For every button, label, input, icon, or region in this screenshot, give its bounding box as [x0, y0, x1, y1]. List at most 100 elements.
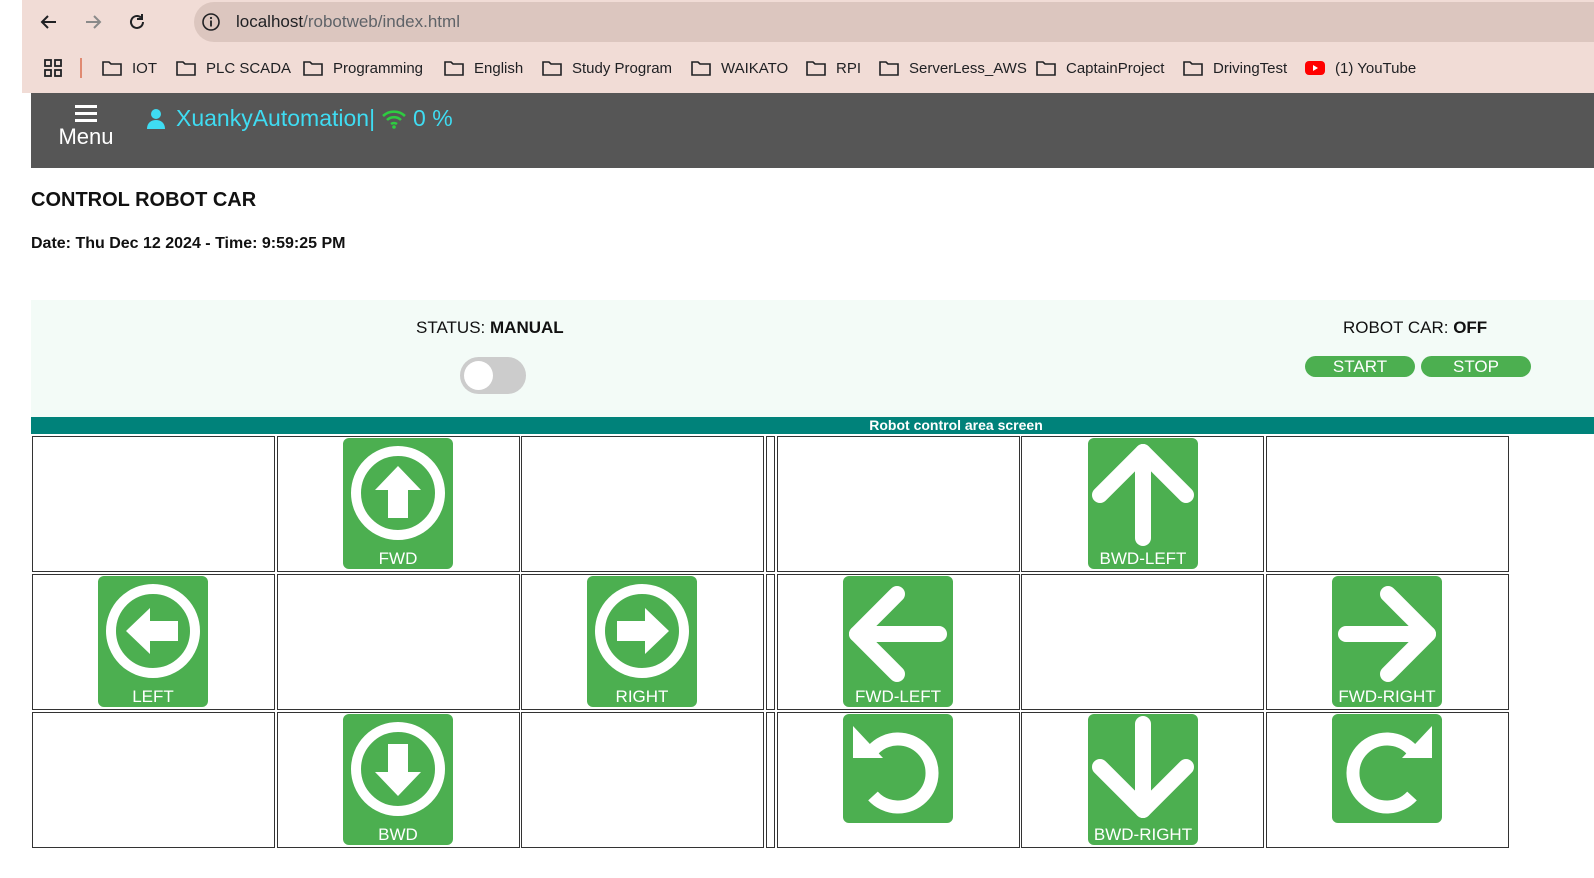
folder-icon — [176, 61, 196, 76]
car-label: ROBOT CAR: — [1343, 318, 1454, 337]
folder-icon — [444, 61, 464, 76]
fwd-right-label: FWD-RIGHT — [1338, 687, 1436, 706]
bookmark-label: IOT — [132, 59, 157, 77]
grid-cell — [277, 574, 520, 710]
bookmark-label: Study Program — [572, 59, 673, 77]
bookmarks-divider — [80, 58, 82, 78]
user-info: XuankyAutomation| 0 % — [146, 105, 453, 132]
arrow-right-icon — [1338, 586, 1436, 682]
status-value: MANUAL — [490, 318, 564, 337]
folder-icon — [1036, 61, 1056, 76]
bwd-left-label: BWD-LEFT — [1099, 549, 1187, 568]
menu-label: Menu — [58, 124, 114, 149]
grid-cell — [32, 436, 275, 572]
bookmark-label: WAIKATO — [721, 59, 789, 77]
bwd-button[interactable]: BWD — [343, 714, 453, 845]
bwd-right-button[interactable]: BWD-RIGHT — [1088, 714, 1198, 845]
folder-icon — [542, 61, 562, 76]
date-time: Date: Thu Dec 12 2024 - Time: 9:59:25 PM — [31, 235, 346, 252]
wifi-icon — [382, 109, 406, 129]
circle-arrow-left-icon — [106, 584, 200, 678]
rotate-clockwise-icon — [1346, 726, 1432, 814]
bookmark-folder[interactable]: IOT — [102, 56, 157, 80]
bookmark-label: DrivingTest — [1213, 59, 1288, 77]
site-info-icon[interactable] — [201, 12, 221, 32]
bookmark-label: (1) YouTube — [1335, 59, 1417, 77]
hamburger-icon — [75, 105, 97, 122]
bookmark-label: Programming — [333, 59, 424, 77]
folder-icon — [879, 61, 899, 76]
folder-icon — [806, 61, 826, 76]
folder-icon — [1183, 61, 1203, 76]
toggle-knob — [464, 361, 493, 390]
start-button[interactable]: START — [1305, 356, 1415, 377]
arrow-down-icon — [1092, 716, 1194, 818]
bwd-left-button[interactable]: BWD-LEFT — [1088, 438, 1198, 569]
reload-button[interactable] — [122, 7, 152, 37]
fwd-left-button[interactable]: FWD-LEFT — [843, 576, 953, 707]
arrow-left-icon — [849, 586, 947, 682]
page-title: CONTROL ROBOT CAR — [31, 189, 257, 211]
bookmark-youtube[interactable]: (1) YouTube — [1305, 56, 1416, 80]
left-label: LEFT — [132, 687, 174, 706]
folder-icon — [303, 61, 323, 76]
url-text: localhost/robotweb/index.html — [236, 12, 460, 32]
grid-cell — [1021, 574, 1264, 710]
status-panel: STATUS: MANUAL ROBOT CAR: OFF START STOP — [31, 300, 1594, 417]
fwd-button[interactable]: FWD — [343, 438, 453, 569]
rotate-right-button[interactable] — [1332, 714, 1442, 823]
back-button[interactable] — [34, 7, 64, 37]
grid-divider — [766, 712, 775, 848]
youtube-icon — [1305, 61, 1325, 75]
url-path: /robotweb/index.html — [303, 12, 460, 31]
bookmark-folder[interactable]: DrivingTest — [1183, 56, 1287, 80]
bookmark-folder[interactable]: English — [444, 56, 523, 80]
bookmark-label: CaptainProject — [1066, 59, 1165, 77]
menu-button[interactable]: Menu — [51, 101, 121, 153]
bookmark-folder[interactable]: Study Program — [542, 56, 672, 80]
browser-toolbar: localhost/robotweb/index.html IOT PLC SC… — [22, 0, 1594, 93]
bwd-label: BWD — [378, 825, 418, 844]
status-text: STATUS: MANUAL — [416, 318, 564, 338]
bookmark-label: ServerLess_AWS — [909, 59, 1027, 77]
bookmark-folder[interactable]: RPI — [806, 56, 861, 80]
status-label: STATUS: — [416, 318, 490, 337]
bookmark-folder[interactable]: CaptainProject — [1036, 56, 1164, 80]
back-arrow-icon — [40, 15, 56, 29]
reload-icon — [130, 14, 144, 29]
username: XuankyAutomation| — [176, 105, 376, 131]
forward-arrow-icon — [86, 15, 102, 29]
control-area-title: Robot control area screen — [869, 417, 1043, 433]
url-host: localhost — [236, 12, 304, 31]
bookmark-folder[interactable]: Programming — [303, 56, 423, 80]
bookmark-folder[interactable]: PLC SCADA — [176, 56, 291, 80]
right-label: RIGHT — [615, 687, 669, 706]
apps-grid-icon[interactable] — [44, 59, 62, 77]
grid-cell — [521, 712, 764, 848]
robot-car-state: ROBOT CAR: OFF — [1343, 318, 1487, 338]
rotate-left-button[interactable] — [843, 714, 953, 823]
rotate-counterclockwise-icon — [853, 726, 939, 814]
car-value: OFF — [1453, 318, 1488, 337]
folder-icon — [102, 61, 122, 76]
bookmark-label: English — [474, 59, 524, 77]
stop-button[interactable]: STOP — [1421, 356, 1531, 377]
circle-arrow-up-icon — [351, 446, 445, 540]
grid-cell — [777, 436, 1020, 572]
signal-percent: 0 % — [413, 105, 453, 131]
user-icon — [147, 108, 165, 129]
grid-cell — [32, 712, 275, 848]
fwd-right-button[interactable]: FWD-RIGHT — [1332, 576, 1442, 707]
forward-button[interactable] — [78, 7, 108, 37]
bookmark-label: RPI — [836, 59, 862, 77]
circle-arrow-right-icon — [595, 584, 689, 678]
fwd-left-label: FWD-LEFT — [855, 687, 941, 706]
grid-divider — [766, 436, 775, 572]
right-button[interactable]: RIGHT — [587, 576, 697, 707]
bookmark-folder[interactable]: ServerLess_AWS — [879, 56, 1027, 80]
bookmark-folder[interactable]: WAIKATO — [691, 56, 788, 80]
mode-toggle[interactable] — [460, 357, 526, 394]
folder-icon — [691, 61, 711, 76]
left-button[interactable]: LEFT — [98, 576, 208, 707]
address-bar[interactable]: localhost/robotweb/index.html — [194, 2, 1594, 42]
